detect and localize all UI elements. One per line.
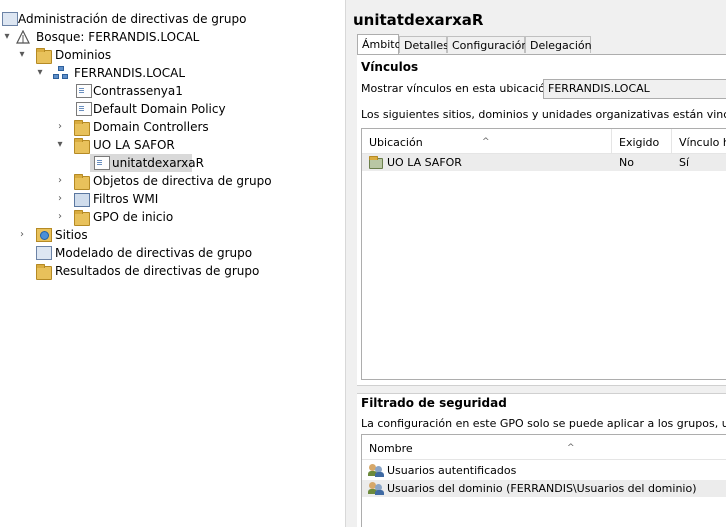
users-group-icon [368,463,384,477]
tab-details[interactable]: Detalles [399,36,449,53]
column-location[interactable]: Ubicación ^ [362,129,612,153]
tree-item-default-domain-policy[interactable]: Default Domain Policy [0,100,345,118]
scope-tab-content: Vínculos Mostrar vínculos en esta ubicac… [357,54,726,527]
tree-item-selected-gpo[interactable]: unitatdexarxaR [90,154,204,172]
expand-arrow-icon[interactable]: › [55,172,65,190]
tree-item-sites[interactable]: › Sitios [0,226,345,244]
sort-up-icon: ^ [567,443,575,453]
domain-icon [53,66,69,80]
expand-arrow-icon[interactable]: › [55,118,65,136]
expand-arrow-icon[interactable]: › [55,190,65,208]
gpo-link-icon [94,156,110,170]
tree-item-forest[interactable]: ▾ Bosque: FERRANDIS.LOCAL [0,28,345,46]
collapse-arrow-icon[interactable]: ▾ [35,64,45,82]
tree-item-modeling[interactable]: Modelado de directivas de grupo [0,244,345,262]
wmi-filter-icon [74,193,90,207]
tree-item-root[interactable]: Administración de directivas de grupo [0,10,345,28]
list-item[interactable]: Usuarios del dominio (FERRANDIS\Usuarios… [362,480,726,497]
ou-folder-icon [74,138,90,154]
links-heading: Vínculos [361,60,419,74]
results-icon [36,264,52,280]
tab-settings[interactable]: Configuración [447,36,528,53]
modeling-icon [36,246,52,260]
show-links-label: Mostrar vínculos en esta ubicación: [361,82,556,95]
links-list-header: Ubicación ^ Exigido Vínculo habilitado [362,129,726,154]
security-filtering-list[interactable]: Nombre ^ Usuarios autentificados Usuario… [361,434,726,527]
column-enforced[interactable]: Exigido [612,129,672,153]
domains-folder-icon [36,48,52,64]
tree-item-contrassenya[interactable]: Contrassenya1 [0,82,345,100]
ou-folder-icon [74,120,90,136]
collapse-arrow-icon[interactable]: ▾ [17,46,27,64]
security-list-header: Nombre ^ [362,435,726,460]
sites-icon [36,228,52,242]
collapse-arrow-icon[interactable]: ▾ [55,136,65,154]
tab-delegation[interactable]: Delegación [525,36,592,53]
expand-arrow-icon[interactable]: › [17,226,27,244]
sort-up-icon: ^ [482,137,490,147]
tab-scope[interactable]: Ámbito [357,34,401,54]
section-divider[interactable] [357,385,726,394]
gpo-title: unitatdexarxaR [353,11,484,29]
column-name[interactable]: Nombre ^ [362,435,726,459]
list-item[interactable]: Usuarios autentificados [362,462,726,479]
table-row[interactable]: UO LA SAFOR No Sí [362,154,726,171]
tree-item-ou-la-safor[interactable]: ▾ UO LA SAFOR [0,136,345,154]
gpmc-icon [2,12,18,26]
tree-item-domain-controllers[interactable]: › Domain Controllers [0,118,345,136]
gpo-link-icon [76,84,92,98]
tree-item-starter-gpos[interactable]: › GPO de inicio [0,208,345,226]
tree-item-gpo-objects[interactable]: › Objetos de directiva de grupo [0,172,345,190]
ou-folder-icon [369,156,383,169]
tree-item-domain[interactable]: ▾ FERRANDIS.LOCAL [0,64,345,82]
security-filtering-heading: Filtrado de seguridad [361,396,507,410]
links-list[interactable]: Ubicación ^ Exigido Vínculo habilitado U… [361,128,726,380]
console-tree[interactable]: Administración de directivas de grupo ▾ … [0,0,345,527]
folder-icon [74,210,90,226]
expand-arrow-icon[interactable]: › [55,208,65,226]
tree-item-domains[interactable]: ▾ Dominios [0,46,345,64]
folder-icon [74,174,90,190]
users-group-icon [368,481,384,495]
detail-pane: unitatdexarxaR Ámbito Detalles Configura… [349,0,726,527]
collapse-arrow-icon[interactable]: ▾ [2,28,12,46]
show-links-dropdown[interactable]: FERRANDIS.LOCAL [543,79,726,99]
tree-item-results[interactable]: Resultados de directivas de grupo [0,262,345,280]
security-filtering-description: La configuración en este GPO solo se pue… [361,417,726,430]
column-link-enabled[interactable]: Vínculo habilitado [672,129,726,153]
gpo-link-icon [76,102,92,116]
links-description: Los siguientes sitios, dominios y unidad… [361,108,726,121]
forest-icon [16,29,32,44]
tree-item-wmi-filters[interactable]: › Filtros WMI [0,190,345,208]
